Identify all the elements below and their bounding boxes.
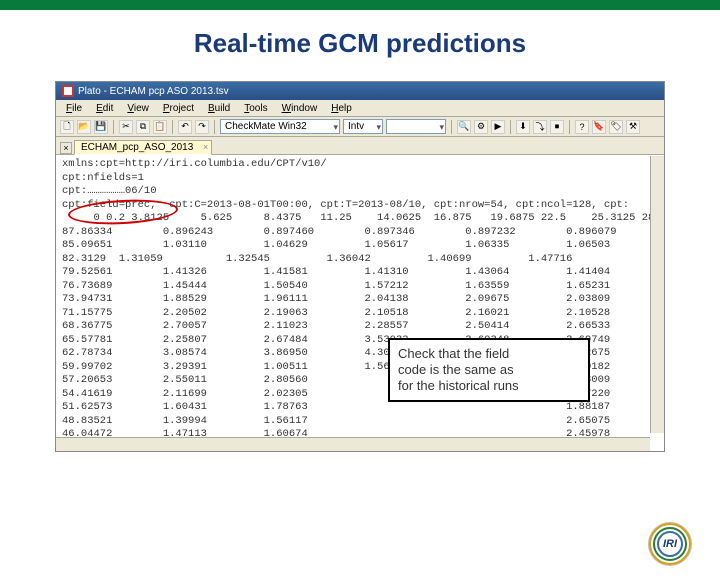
- app-icon: [62, 85, 74, 97]
- run-icon[interactable]: ▶: [491, 120, 505, 134]
- horizontal-scrollbar[interactable]: [56, 437, 650, 451]
- tab-label: ECHAM_pcp_ASO_2013: [81, 142, 193, 153]
- slide-title: Real-time GCM predictions: [0, 10, 720, 81]
- code-line: 82.3129 1.31059 1.32545 1.36042 1.40699 …: [62, 253, 658, 267]
- stop-icon[interactable]: ⏹: [550, 120, 564, 134]
- logo-text: IRI: [663, 538, 677, 550]
- code-line: cpt:………………06/10: [62, 185, 658, 199]
- tag-icon[interactable]: 🏷: [609, 120, 623, 134]
- toolbar-separator: [172, 120, 173, 134]
- step-over-icon[interactable]: ⤵: [533, 120, 547, 134]
- code-line: 68.36775 2.70057 2.11023 2.28557 2.50414…: [62, 320, 658, 334]
- menu-project[interactable]: Project: [157, 102, 200, 114]
- menu-build[interactable]: Build: [202, 102, 236, 114]
- tab-bar: × ECHAM_pcp_ASO_2013 ×: [56, 137, 664, 155]
- toolbar-separator: [214, 120, 215, 134]
- help-icon[interactable]: ?: [575, 120, 589, 134]
- code-line: 76.73689 1.45444 1.50540 1.57212 1.63559…: [62, 280, 658, 294]
- toolbar-separator: [113, 120, 114, 134]
- slide-top-bar: [0, 0, 720, 10]
- paste-icon[interactable]: 📋: [153, 120, 167, 134]
- code-line: 71.15775 2.20502 2.19063 2.10518 2.16021…: [62, 307, 658, 321]
- file-tab[interactable]: ECHAM_pcp_ASO_2013 ×: [74, 140, 212, 155]
- toolbar-separator: [569, 120, 570, 134]
- code-line: 87.86334 0.896243 0.897460 0.897346 0.89…: [62, 226, 658, 240]
- editor-area[interactable]: xmlns:cpt=http://iri.columbia.edu/CPT/v1…: [56, 155, 664, 451]
- callout-line: Check that the field: [398, 346, 580, 362]
- menu-file[interactable]: File: [60, 102, 88, 114]
- mode-combo[interactable]: Intv: [343, 119, 383, 134]
- find-icon[interactable]: 🔍: [457, 120, 471, 134]
- save-icon[interactable]: 💾: [94, 120, 108, 134]
- undo-icon[interactable]: ↶: [178, 120, 192, 134]
- callout-line: for the historical runs: [398, 378, 580, 394]
- build-icon[interactable]: ⚙: [474, 120, 488, 134]
- toolbar-separator: [451, 120, 452, 134]
- menu-help[interactable]: Help: [325, 102, 358, 114]
- titlebar: Plato - ECHAM pcp ASO 2013.tsv: [56, 82, 664, 100]
- menu-view[interactable]: View: [121, 102, 155, 114]
- menubar[interactable]: File Edit View Project Build Tools Windo…: [56, 100, 664, 117]
- settings-icon[interactable]: ⚒: [626, 120, 640, 134]
- iri-logo: IRI: [648, 522, 692, 566]
- menu-edit[interactable]: Edit: [90, 102, 119, 114]
- window-title: Plato - ECHAM pcp ASO 2013.tsv: [78, 86, 229, 97]
- code-line: 73.94731 1.88529 1.96111 2.04138 2.09675…: [62, 293, 658, 307]
- redo-icon[interactable]: ↷: [195, 120, 209, 134]
- code-line: 51.62573 1.60431 1.78763 1.88187: [62, 401, 658, 415]
- callout-line: code is the same as: [398, 362, 580, 378]
- annotation-callout: Check that the field code is the same as…: [388, 338, 590, 402]
- close-all-tabs-icon[interactable]: ×: [60, 142, 72, 154]
- copy-icon[interactable]: ⧉: [136, 120, 150, 134]
- cut-icon[interactable]: ✂: [119, 120, 133, 134]
- menu-window[interactable]: Window: [276, 102, 324, 114]
- toolbar-separator: [510, 120, 511, 134]
- config-combo[interactable]: CheckMate Win32: [220, 119, 340, 134]
- code-line: 85.09651 1.03110 1.04629 1.05617 1.06335…: [62, 239, 658, 253]
- vertical-scrollbar[interactable]: [650, 156, 664, 433]
- step-in-icon[interactable]: ⬇: [516, 120, 530, 134]
- app-window: Plato - ECHAM pcp ASO 2013.tsv File Edit…: [55, 81, 665, 452]
- code-line: cpt:field=prec, cpt:C=2013-08-01T00:00, …: [62, 199, 658, 213]
- close-tab-icon[interactable]: ×: [203, 142, 208, 152]
- code-line: 0 0.2 3.8125 5.625 8.4375 11.25 14.0625 …: [62, 212, 658, 226]
- code-line: cpt:nfields=1: [62, 172, 658, 186]
- code-line: xmlns:cpt=http://iri.columbia.edu/CPT/v1…: [62, 158, 658, 172]
- new-file-icon[interactable]: 🗋: [60, 120, 74, 134]
- toolbar: 🗋 📂 💾 ✂ ⧉ 📋 ↶ ↷ CheckMate Win32 Intv 🔍 ⚙…: [56, 117, 664, 137]
- code-line: 79.52561 1.41326 1.41581 1.41310 1.43064…: [62, 266, 658, 280]
- bookmark-icon[interactable]: 🔖: [592, 120, 606, 134]
- empty-combo[interactable]: [386, 119, 446, 134]
- code-line: 48.83521 1.39994 1.56117 2.65075: [62, 415, 658, 429]
- open-file-icon[interactable]: 📂: [77, 120, 91, 134]
- menu-tools[interactable]: Tools: [238, 102, 273, 114]
